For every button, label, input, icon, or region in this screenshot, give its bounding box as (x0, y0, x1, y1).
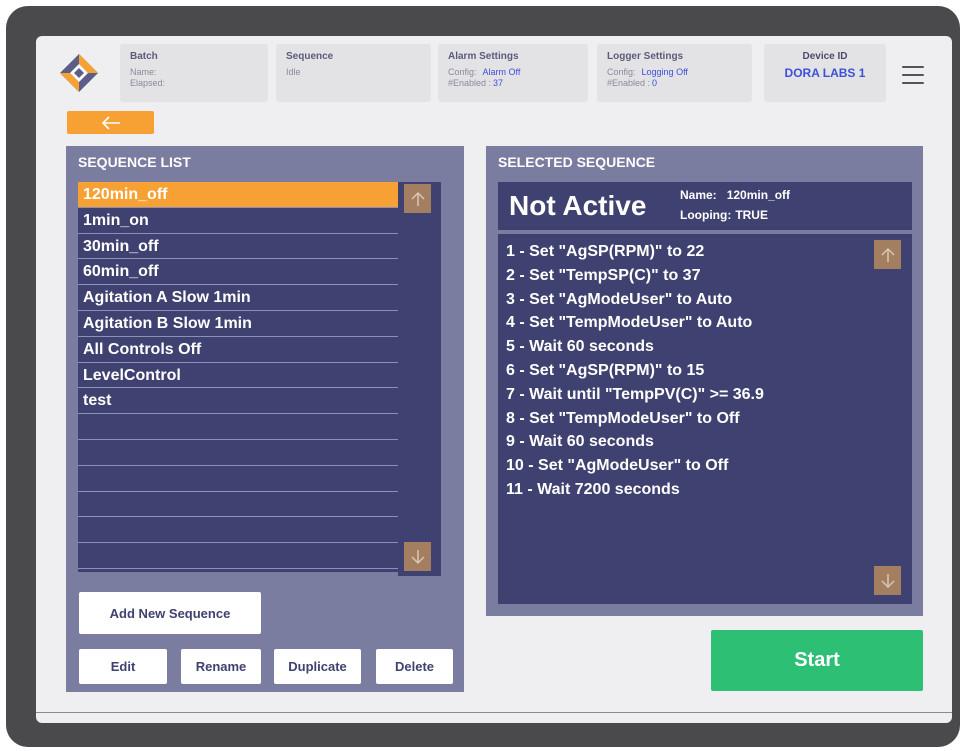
dora-logo (60, 54, 98, 92)
step-item: 6 - Set "AgSP(RPM)" to 15 (506, 361, 705, 379)
step-item: 3 - Set "AgModeUser" to Auto (506, 290, 733, 308)
list-item[interactable]: 1min_on (78, 208, 410, 234)
list-item[interactable] (78, 492, 410, 518)
steps-scroll-up-button[interactable] (874, 240, 901, 269)
alarm-config-line: Config: Alarm Off (448, 67, 578, 78)
rename-button[interactable]: Rename (181, 649, 261, 684)
step-item: 9 - Wait 60 seconds (506, 433, 654, 451)
alarm-enabled-label: #Enabled : (448, 78, 492, 88)
list-item[interactable] (78, 440, 410, 466)
sequence-name-label: Name: (680, 188, 717, 202)
alarm-config-label: Config: (448, 67, 477, 77)
looping-line: Looping: TRUE (680, 208, 768, 222)
logger-settings-card[interactable]: Logger Settings Config: Logging Off #Enab… (597, 44, 752, 102)
device-name: DORA LABS 1 (784, 66, 866, 80)
app-screen: Batch Name: Elapsed: Sequence Idle Alarm… (36, 36, 952, 723)
sequence-steps-list[interactable]: 1 - Set "AgSP(RPM)" to 22 2 - Set "TempS… (498, 234, 912, 604)
arrow-up-icon (880, 247, 895, 262)
step-item: 7 - Wait until "TempPV(C)" >= 36.9 (506, 385, 764, 403)
list-item[interactable]: All Controls Off (78, 337, 410, 363)
logger-enabled-line: #Enabled :0 (607, 78, 742, 89)
logger-settings-title: Logger Settings (607, 51, 684, 62)
back-button[interactable] (67, 111, 154, 134)
arrow-up-icon (410, 191, 425, 206)
batch-elapsed-label: Elapsed: (130, 78, 166, 88)
step-item: 8 - Set "TempModeUser" to Off (506, 409, 740, 427)
device-id-title: Device ID (802, 51, 848, 62)
list-item[interactable]: 120min_off (78, 182, 410, 208)
logger-enabled-value: 0 (652, 78, 658, 88)
sequence-list-panel: SEQUENCE LIST 120min_off 1min_on 30min_o… (66, 146, 464, 692)
list-item[interactable] (78, 414, 410, 440)
active-status: Not Active (509, 190, 647, 221)
logger-config-label: Config: (607, 67, 636, 77)
step-item: 5 - Wait 60 seconds (506, 338, 654, 356)
list-item[interactable]: Agitation B Slow 1min (78, 311, 410, 337)
scroll-down-button[interactable] (404, 542, 431, 571)
list-item[interactable]: test (78, 388, 410, 415)
logger-enabled-label: #Enabled : (607, 78, 651, 88)
looping-value: TRUE (735, 208, 768, 222)
list-item[interactable]: 30min_off (78, 234, 410, 260)
alarm-settings-card[interactable]: Alarm Settings Config: Alarm Off #Enabled… (438, 44, 588, 102)
sequence-list[interactable]: 120min_off 1min_on 30min_off 60min_off A… (78, 182, 410, 572)
looping-label: Looping: (680, 208, 732, 222)
step-item: 1 - Set "AgSP(RPM)" to 22 (506, 243, 705, 260)
duplicate-button[interactable]: Duplicate (274, 649, 361, 684)
step-item: 2 - Set "TempSP(C)" to 37 (506, 266, 701, 284)
sequence-card[interactable]: Sequence Idle (276, 44, 431, 102)
device-id-card[interactable]: Device ID DORA LABS 1 (764, 44, 886, 102)
sequence-name-line: Name: 120min_off (680, 188, 790, 202)
list-item[interactable]: LevelControl (78, 363, 410, 389)
screen-divider (36, 712, 952, 713)
list-item[interactable]: Agitation A Slow 1min (78, 285, 410, 311)
sequence-list-scrollbar[interactable] (398, 182, 441, 576)
list-item[interactable]: 60min_off (78, 259, 410, 286)
sequence-name-value: 120min_off (726, 188, 791, 202)
alarm-config-value: Alarm Off (482, 67, 521, 77)
alarm-settings-title: Alarm Settings (448, 51, 519, 62)
batch-card[interactable]: Batch Name: Elapsed: (120, 44, 268, 102)
list-item[interactable] (78, 466, 410, 492)
start-button[interactable]: Start (711, 630, 923, 691)
sequence-list-title: SEQUENCE LIST (78, 154, 191, 170)
sequence-card-title: Sequence (286, 51, 334, 62)
arrow-down-icon (880, 573, 895, 588)
step-item: 11 - Wait 7200 seconds (506, 480, 680, 498)
batch-title: Batch (130, 51, 158, 62)
list-item[interactable] (78, 517, 410, 544)
add-new-sequence-button[interactable]: Add New Sequence (79, 592, 261, 634)
edit-button[interactable]: Edit (79, 649, 167, 684)
sequence-status: Idle (286, 67, 301, 77)
step-item: 4 - Set "TempModeUser" to Auto (506, 314, 753, 332)
logger-config-line: Config: Logging Off (607, 67, 742, 78)
sequence-status-box: Not Active Name: 120min_off Looping: TRUE (498, 182, 912, 230)
batch-name-label: Name: (130, 67, 157, 77)
step-item: 10 - Set "AgModeUser" to Off (506, 457, 729, 475)
delete-button[interactable]: Delete (376, 649, 453, 684)
selected-sequence-panel: SELECTED SEQUENCE Not Active Name: 120min… (486, 146, 923, 616)
arrow-left-icon (101, 115, 120, 130)
hamburger-menu-icon[interactable] (902, 66, 924, 84)
arrow-down-icon (410, 549, 425, 564)
alarm-enabled-value: 37 (493, 78, 504, 88)
steps-scroll-down-button[interactable] (874, 566, 901, 595)
list-item[interactable] (78, 543, 410, 569)
scroll-up-button[interactable] (404, 184, 431, 213)
selected-sequence-title: SELECTED SEQUENCE (498, 154, 656, 170)
logger-config-value: Logging Off (641, 67, 688, 77)
alarm-enabled-line: #Enabled :37 (448, 78, 578, 89)
